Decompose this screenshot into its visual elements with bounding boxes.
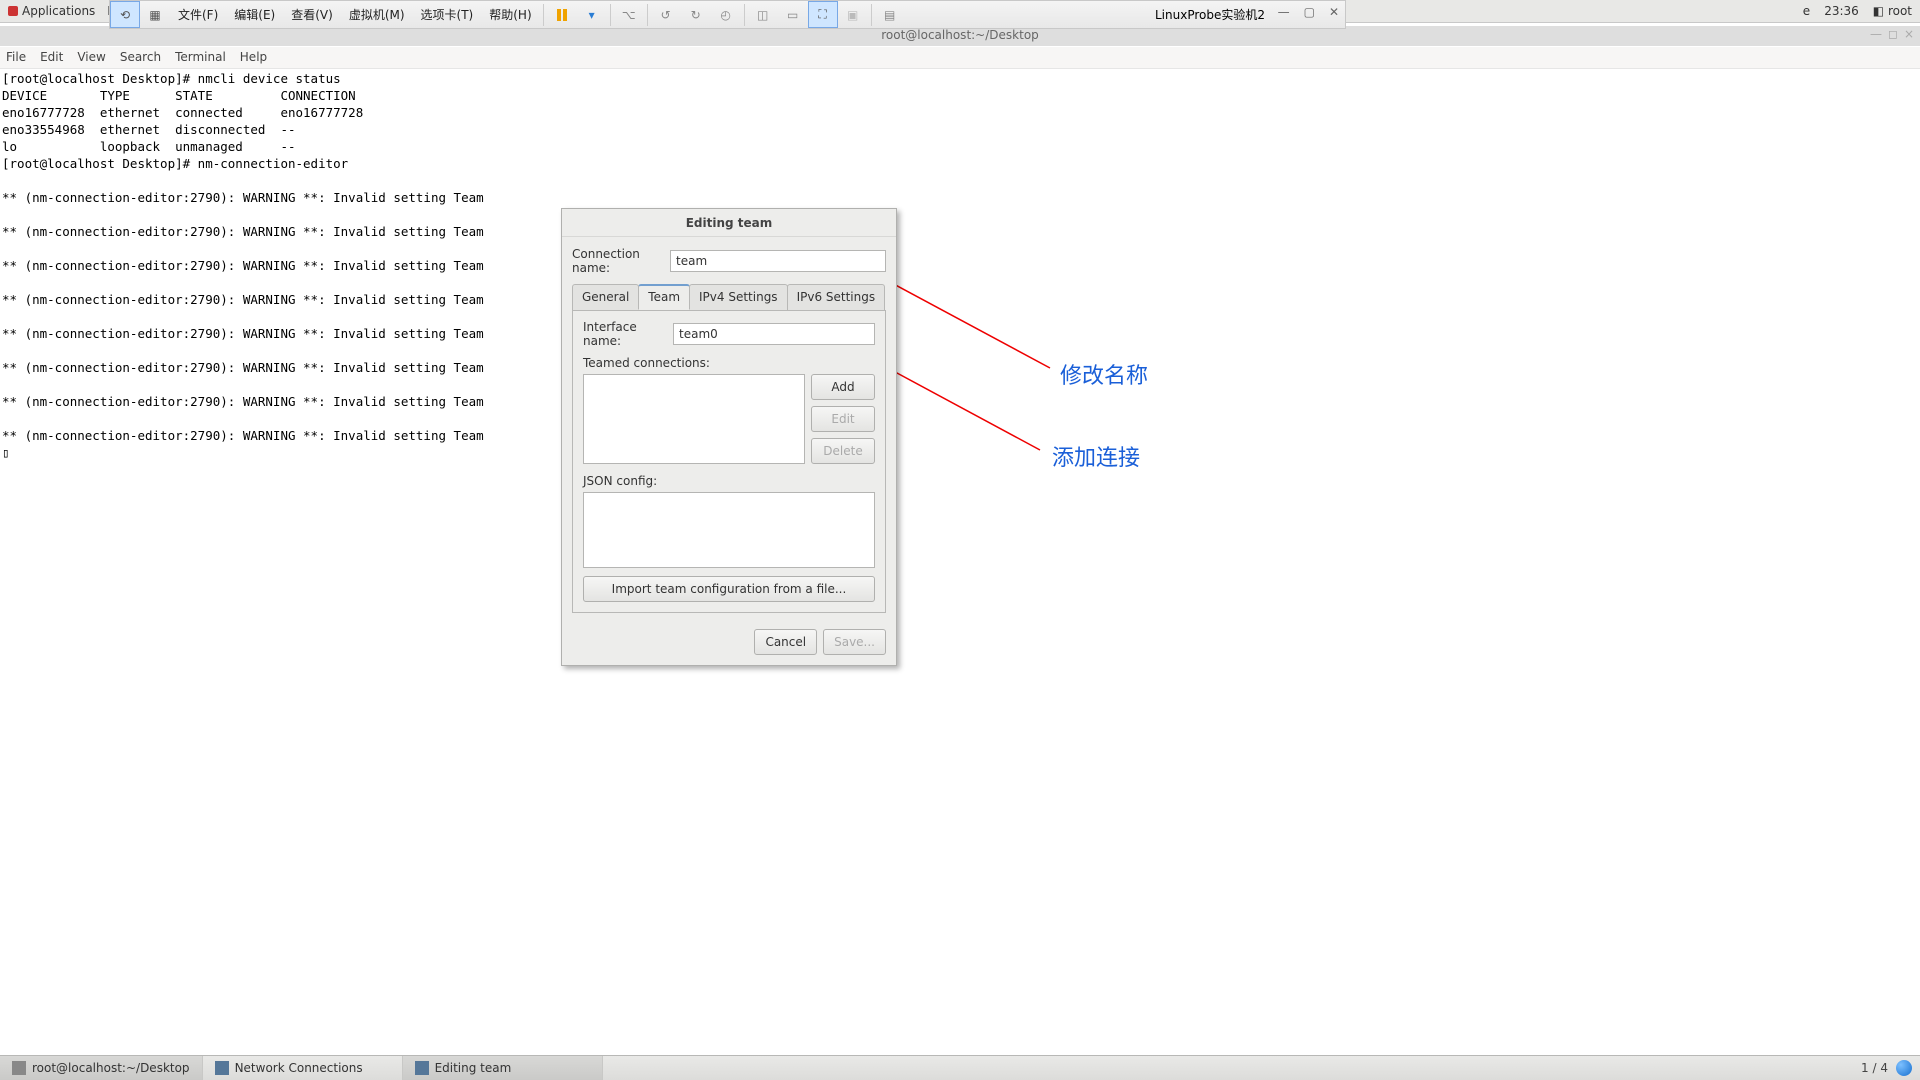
tab-pane-team: Interface name: Teamed connections: Add …	[572, 310, 886, 613]
vm-menu-help[interactable]: 帮助(H)	[481, 6, 539, 23]
task-editing-team[interactable]: Editing team	[403, 1056, 603, 1080]
vm-window-buttons: — ▢ ✕	[1278, 5, 1339, 19]
term-menu-help[interactable]: Help	[240, 50, 267, 65]
task-terminal[interactable]: root@localhost:~/Desktop	[0, 1056, 203, 1080]
tab-team[interactable]: Team	[638, 284, 690, 310]
fullscreen-icon[interactable]: ⛶	[808, 1, 838, 28]
clock[interactable]: 23:36	[1824, 4, 1859, 18]
vm-menu-view[interactable]: 查看(V)	[283, 6, 341, 23]
apps-icon	[8, 6, 18, 16]
snapshot1-icon[interactable]: ↺	[651, 1, 681, 28]
terminal-menubar: File Edit View Search Terminal Help	[0, 47, 1920, 69]
info-icon[interactable]	[1896, 1060, 1912, 1076]
annotation-add-conn: 添加连接	[1052, 440, 1140, 472]
json-config-label: JSON config:	[583, 474, 875, 488]
vm-title: LinuxProbe实验机2	[1155, 6, 1265, 23]
edit-button: Edit	[811, 406, 875, 432]
maximize-icon[interactable]: ▢	[1304, 5, 1315, 19]
home-icon[interactable]: ⟲	[110, 1, 140, 28]
teamed-connections-label: Teamed connections:	[583, 356, 875, 370]
vm-menu-edit[interactable]: 编辑(E)	[226, 6, 283, 23]
network-icon	[415, 1061, 429, 1075]
user-menu[interactable]: ◧ root	[1873, 4, 1912, 18]
thumbnail-icon[interactable]: ▤	[875, 1, 905, 28]
json-config-textarea[interactable]	[583, 492, 875, 568]
cancel-button[interactable]: Cancel	[754, 629, 817, 655]
terminal-output[interactable]: [root@localhost Desktop]# nmcli device s…	[0, 68, 1920, 788]
snapshot3-icon[interactable]: ◴	[711, 1, 741, 28]
editing-team-dialog: Editing team Connection name: General Te…	[561, 208, 897, 666]
vmware-toolbar: ⟲ ▦ 文件(F) 编辑(E) 查看(V) 虚拟机(M) 选项卡(T) 帮助(H…	[109, 0, 1346, 29]
date-trunc: e	[1803, 4, 1810, 18]
interface-name-input[interactable]	[673, 323, 875, 345]
close-icon[interactable]: ✕	[1329, 5, 1339, 19]
task-network-connections[interactable]: Network Connections	[203, 1056, 403, 1080]
import-config-button[interactable]: Import team configuration from a file...	[583, 576, 875, 602]
workspace-counter[interactable]: 1 / 4	[1861, 1061, 1888, 1075]
teamed-connections-list[interactable]	[583, 374, 805, 464]
dialog-tabs: General Team IPv4 Settings IPv6 Settings	[572, 284, 886, 311]
unity-icon[interactable]: ▣	[838, 1, 868, 28]
tab-ipv4[interactable]: IPv4 Settings	[689, 284, 788, 310]
vm-menu-vm[interactable]: 虚拟机(M)	[341, 6, 413, 23]
terminal-icon	[12, 1061, 26, 1075]
term-menu-view[interactable]: View	[77, 50, 105, 65]
applications-menu[interactable]: Applications	[0, 4, 103, 18]
term-min-icon[interactable]: —	[1870, 27, 1882, 41]
minimize-icon[interactable]: —	[1278, 5, 1290, 19]
vm-menu-file[interactable]: 文件(F)	[170, 6, 226, 23]
view1-icon[interactable]: ◫	[748, 1, 778, 28]
terminal-titlebar: root@localhost:~/Desktop — ◻ ×	[0, 26, 1920, 46]
add-button[interactable]: Add	[811, 374, 875, 400]
annotation-rename: 修改名称	[1060, 358, 1148, 390]
connection-name-input[interactable]	[670, 250, 886, 272]
snapshot2-icon[interactable]: ↻	[681, 1, 711, 28]
dropdown-icon[interactable]: ▾	[577, 1, 607, 28]
term-menu-search[interactable]: Search	[120, 50, 161, 65]
connection-name-label: Connection name:	[572, 247, 670, 275]
term-menu-file[interactable]: File	[6, 50, 26, 65]
vm-menu-tabs[interactable]: 选项卡(T)	[413, 6, 482, 23]
pause-icon[interactable]	[547, 1, 577, 28]
term-max-icon[interactable]: ◻	[1888, 27, 1898, 41]
tab-general[interactable]: General	[572, 284, 639, 310]
delete-button: Delete	[811, 438, 875, 464]
library-icon[interactable]: ▦	[140, 1, 170, 28]
term-close-icon[interactable]: ×	[1904, 27, 1914, 41]
dialog-title: Editing team	[562, 209, 896, 237]
term-menu-edit[interactable]: Edit	[40, 50, 63, 65]
tab-ipv6[interactable]: IPv6 Settings	[787, 284, 886, 310]
view2-icon[interactable]: ▭	[778, 1, 808, 28]
network-icon	[215, 1061, 229, 1075]
send-key-icon[interactable]: ⌥	[614, 1, 644, 28]
interface-name-label: Interface name:	[583, 320, 673, 348]
gnome-taskbar: root@localhost:~/Desktop Network Connect…	[0, 1055, 1920, 1080]
term-menu-terminal[interactable]: Terminal	[175, 50, 226, 65]
save-button: Save...	[823, 629, 886, 655]
